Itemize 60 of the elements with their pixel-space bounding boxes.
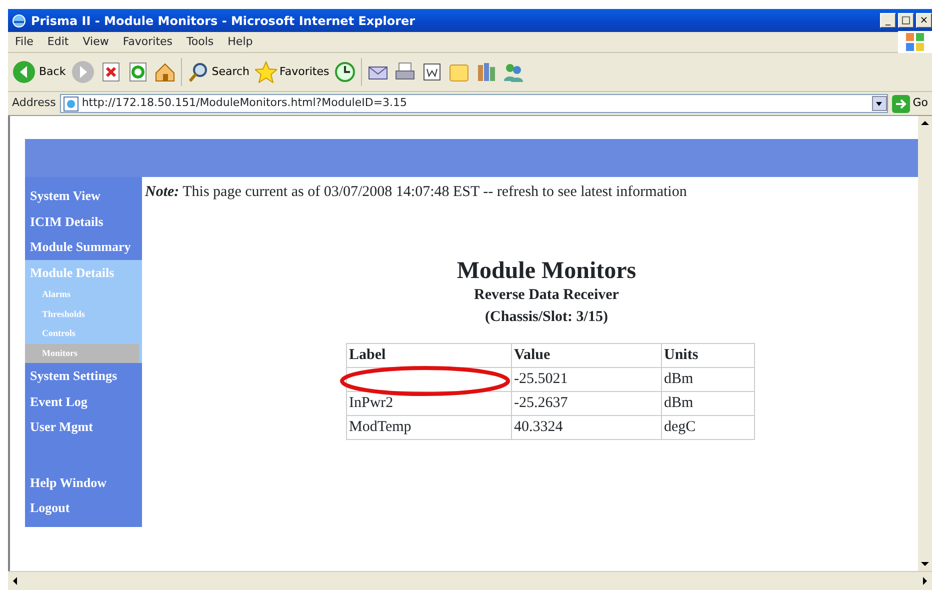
vertical-scrollbar[interactable] [918,116,932,571]
page-subtitle: Reverse Data Receiver [474,286,619,305]
page-title: Module Monitors [456,258,636,284]
refresh-icon [126,61,149,83]
column-header: Value [512,343,662,368]
window-title: Prisma II - Module Monitors - Microsoft Internet Explorer [31,12,416,30]
history-button[interactable] [334,61,356,83]
stop-button[interactable] [100,61,122,83]
back-button[interactable]: Back [12,60,66,84]
menu-item[interactable]: Favorites [116,34,180,50]
sidebar-link[interactable]: Help Window [25,470,142,495]
maximize-button[interactable]: □ [898,13,914,28]
sidebar-link[interactable]: ICIM Details [25,208,142,234]
chassis-slot-text: (Chassis/Slot: 3/15) [485,308,608,328]
books-icon [475,61,498,83]
menu-item[interactable]: File [8,34,40,50]
edit-button[interactable] [421,61,444,83]
table-cell: 40.3324 [512,415,662,440]
column-header: Label [346,343,512,368]
address-field[interactable]: http://172.18.50.151/ModuleMonitors.html?ModuleID=3.15 [60,94,888,113]
table-cell: -25.5021 [512,367,662,392]
table-cell: -25.2637 [512,391,662,416]
ie-logo-icon [11,12,27,28]
windows-flag-icon [904,31,926,53]
home-icon [154,61,176,83]
research-button[interactable] [475,61,498,83]
sidebar-link[interactable]: System Settings [25,363,142,388]
table-cell: degC [662,415,754,440]
minimize-button[interactable]: _ [880,13,896,28]
favorites-button[interactable]: Favorites [254,61,330,83]
search-icon [186,61,209,83]
table-cell: dBm [662,391,754,416]
menu-item[interactable]: Tools [180,34,221,50]
sidebar-link[interactable]: User Mgmt [25,414,142,440]
people-icon [502,61,524,83]
sidebar-link[interactable]: System View [25,183,142,208]
home-button[interactable] [154,61,176,83]
search-button[interactable]: Search [186,61,250,83]
sidebar-link[interactable]: Logout [25,495,142,520]
table-cell: ModTemp [346,415,512,440]
star-icon [254,61,277,83]
menu-item[interactable]: View [76,34,116,50]
close-button[interactable]: × [916,13,932,28]
messenger-button[interactable] [502,61,524,83]
refresh-button[interactable] [126,61,149,83]
sidebar-link[interactable]: Event Log [25,388,142,414]
menu-item[interactable]: Edit [40,34,76,50]
note-text: Note: This page current as of 03/07/2008 14:07:48 EST -- refresh to see latest information [145,183,688,202]
table-cell: InPwr2 [346,391,512,416]
address-label: Address [12,95,56,112]
history-icon [334,61,356,83]
forward-button[interactable] [70,60,95,84]
menu-item[interactable]: Help [220,34,260,50]
document-icon [421,61,444,83]
sidebar-link[interactable]: Module Summary [25,234,142,260]
table-cell: dBm [662,367,754,392]
go-button[interactable]: Go [892,94,928,112]
column-header: Units [662,343,754,368]
stop-icon [100,61,122,83]
page-icon [62,96,79,112]
